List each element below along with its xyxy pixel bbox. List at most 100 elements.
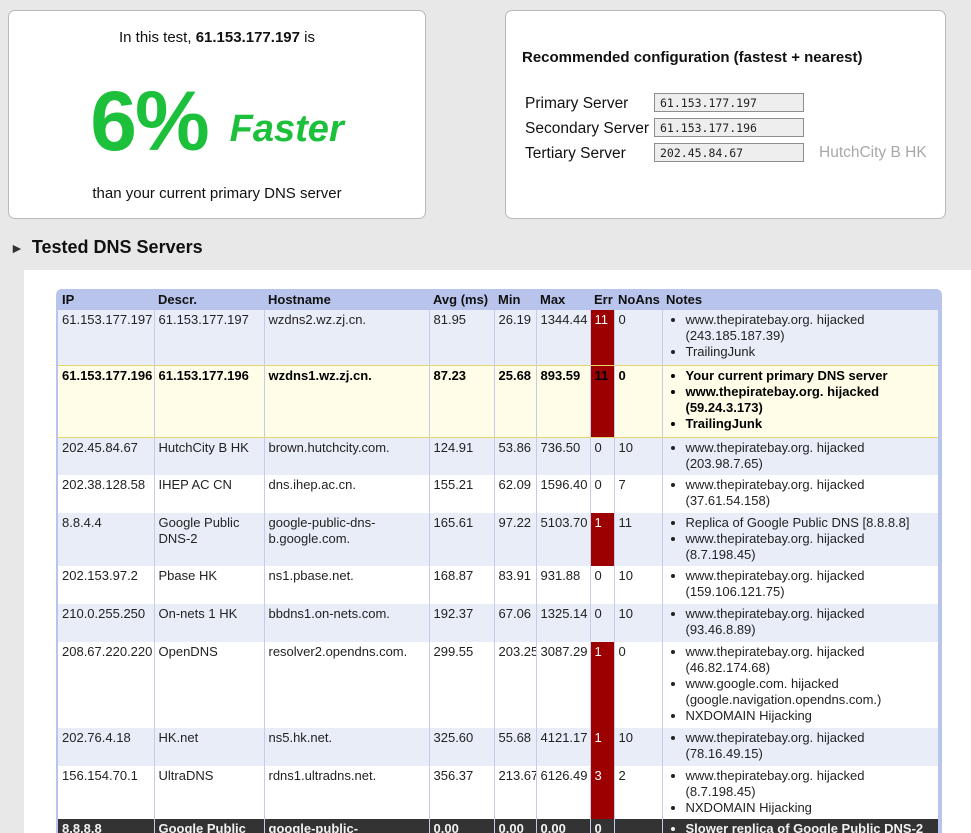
cell-ip: 202.76.4.18 <box>58 728 154 766</box>
cell-min: 25.68 <box>493 364 536 438</box>
cell-avg: 356.37 <box>428 766 494 819</box>
cell-avg: 192.37 <box>428 604 494 642</box>
cell-min: 213.67 <box>493 766 536 819</box>
cell-host: ns1.pbase.net. <box>263 566 429 604</box>
note-item: TrailingJunk <box>686 344 935 360</box>
cell-err: 1 <box>589 642 614 728</box>
cell-max: 1596.40 <box>535 475 590 513</box>
cell-max: 1325.14 <box>535 604 590 642</box>
secondary-server-label: Secondary Server <box>525 120 650 137</box>
cell-host: brown.hutchcity.com. <box>263 437 429 475</box>
note-item: www.google.com. hijacked (google.navigat… <box>686 676 935 708</box>
cell-noans: 10 <box>613 566 662 604</box>
cell-min: 62.09 <box>493 475 536 513</box>
column-header-avg-ms[interactable]: Avg (ms) <box>429 289 494 310</box>
cell-min: 53.86 <box>493 437 536 475</box>
secondary-server-field[interactable]: 61.153.177.196 <box>654 118 804 137</box>
note-item: Replica of Google Public DNS [8.8.8.8] <box>686 515 935 531</box>
cell-notes: www.thepiratebay.org. hijacked (93.46.8.… <box>661 604 938 642</box>
cell-descr: 61.153.177.197 <box>153 310 264 365</box>
cell-host: dns.ihep.ac.cn. <box>263 475 429 513</box>
note-item: www.thepiratebay.org. hijacked (8.7.198.… <box>686 531 935 563</box>
cell-notes: www.thepiratebay.org. hijacked (159.106.… <box>661 566 938 604</box>
table-row: 202.76.4.18 HK.net ns5.hk.net. 325.60 55.68 4… <box>58 728 938 766</box>
cell-max: 4121.17 <box>535 728 590 766</box>
cell-avg: 0.00 <box>428 819 494 833</box>
cell-descr: Google Public <box>153 819 264 833</box>
cell-max: 0.00 <box>535 819 590 833</box>
cell-descr: On-nets 1 HK <box>153 604 264 642</box>
note-item: www.thepiratebay.org. hijacked (93.46.8.… <box>686 606 935 638</box>
cell-descr: UltraDNS <box>153 766 264 819</box>
cell-err: 3 <box>589 766 614 819</box>
cell-err: 11 <box>589 364 614 438</box>
column-header-hostname[interactable]: Hostname <box>264 289 429 310</box>
cell-max: 931.88 <box>535 566 590 604</box>
table-row: 61.153.177.197 61.153.177.197 wzdns2.wz.zj… <box>58 310 938 365</box>
column-header-notes[interactable]: Notes <box>662 289 938 310</box>
table-row: 8.8.4.4 Google Public DNS-2 google-public-… <box>58 513 938 566</box>
cell-notes: Replica of Google Public DNS [8.8.8.8]ww… <box>661 513 938 566</box>
cell-avg: 168.87 <box>428 566 494 604</box>
cell-min: 55.68 <box>493 728 536 766</box>
cell-noans: 11 <box>613 513 662 566</box>
cell-err: 0 <box>589 604 614 642</box>
cell-noans: 2 <box>613 766 662 819</box>
summary-intro: In this test, 61.153.177.197 is <box>118 29 315 46</box>
cell-notes: www.thepiratebay.org. hijacked (37.61.54… <box>661 475 938 513</box>
cell-avg: 124.91 <box>428 437 494 475</box>
column-header-min[interactable]: Min <box>494 289 536 310</box>
cell-descr: HutchCity B HK <box>153 437 264 475</box>
cell-descr: Pbase HK <box>153 566 264 604</box>
cell-err: 0 <box>589 819 614 833</box>
cell-avg: 325.60 <box>428 728 494 766</box>
speed-summary-panel: In this test, 61.153.177.197 is 6% Faster… <box>8 10 426 219</box>
cell-noans: 10 <box>613 604 662 642</box>
table-body: 61.153.177.197 61.153.177.197 wzdns2.wz.zj… <box>58 310 938 833</box>
cell-avg: 81.95 <box>428 310 494 365</box>
tertiary-server-label: Tertiary Server <box>525 145 626 162</box>
cell-descr: HK.net <box>153 728 264 766</box>
note-item: NXDOMAIN Hijacking <box>686 800 935 816</box>
cell-min: 67.06 <box>493 604 536 642</box>
cell-ip: 61.153.177.196 <box>58 364 154 438</box>
cell-ip: 8.8.8.8 <box>58 819 154 833</box>
config-title: Recommended configuration (fastest + nea… <box>522 49 863 66</box>
cell-host: ns5.hk.net. <box>263 728 429 766</box>
cell-max: 893.59 <box>535 364 590 438</box>
cell-ip: 210.0.255.250 <box>58 604 154 642</box>
expand-triangle-icon[interactable]: ► <box>10 240 24 256</box>
cell-host: rdns1.ultradns.net. <box>263 766 429 819</box>
cell-noans <box>613 819 662 833</box>
column-header-noans[interactable]: NoAns <box>614 289 662 310</box>
cell-noans: 0 <box>613 310 662 365</box>
table-row: 8.8.8.8 Google Public google-public- 0.00 0.… <box>58 819 938 833</box>
note-item: www.thepiratebay.org. hijacked (78.16.49… <box>686 730 935 762</box>
tertiary-server-field[interactable]: 202.45.84.67 <box>654 143 804 162</box>
primary-server-field[interactable]: 61.153.177.197 <box>654 93 804 112</box>
column-header-err[interactable]: Err <box>590 289 614 310</box>
tested-servers-heading[interactable]: ► Tested DNS Servers <box>10 237 203 258</box>
note-item: NXDOMAIN Hijacking <box>686 708 935 724</box>
cell-descr: IHEP AC CN <box>153 475 264 513</box>
cell-err: 0 <box>589 475 614 513</box>
note-item: www.thepiratebay.org. hijacked (59.24.3.… <box>686 384 935 416</box>
cell-notes: www.thepiratebay.org. hijacked (46.82.17… <box>661 642 938 728</box>
table-row: 61.153.177.196 61.153.177.196 wzdns1.wz.zj… <box>58 364 938 438</box>
table-row: 156.154.70.1 UltraDNS rdns1.ultradns.net. 3… <box>58 766 938 819</box>
cell-err: 11 <box>589 310 614 365</box>
cell-descr: Google Public DNS-2 <box>153 513 264 566</box>
cell-max: 1344.44 <box>535 310 590 365</box>
cell-notes: www.thepiratebay.org. hijacked (8.7.198.… <box>661 766 938 819</box>
cell-noans: 7 <box>613 475 662 513</box>
cell-notes: www.thepiratebay.org. hijacked (78.16.49… <box>661 728 938 766</box>
cell-descr: OpenDNS <box>153 642 264 728</box>
column-header-descr[interactable]: Descr. <box>154 289 264 310</box>
column-header-ip[interactable]: IP <box>58 289 154 310</box>
note-item: Slower replica of Google Public DNS-2 <box>686 821 935 833</box>
cell-noans: 10 <box>613 728 662 766</box>
column-header-max[interactable]: Max <box>536 289 590 310</box>
cell-ip: 202.38.128.58 <box>58 475 154 513</box>
note-item: Your current primary DNS server <box>686 368 935 384</box>
summary-comparison: than your current primary DNS server <box>92 185 342 202</box>
